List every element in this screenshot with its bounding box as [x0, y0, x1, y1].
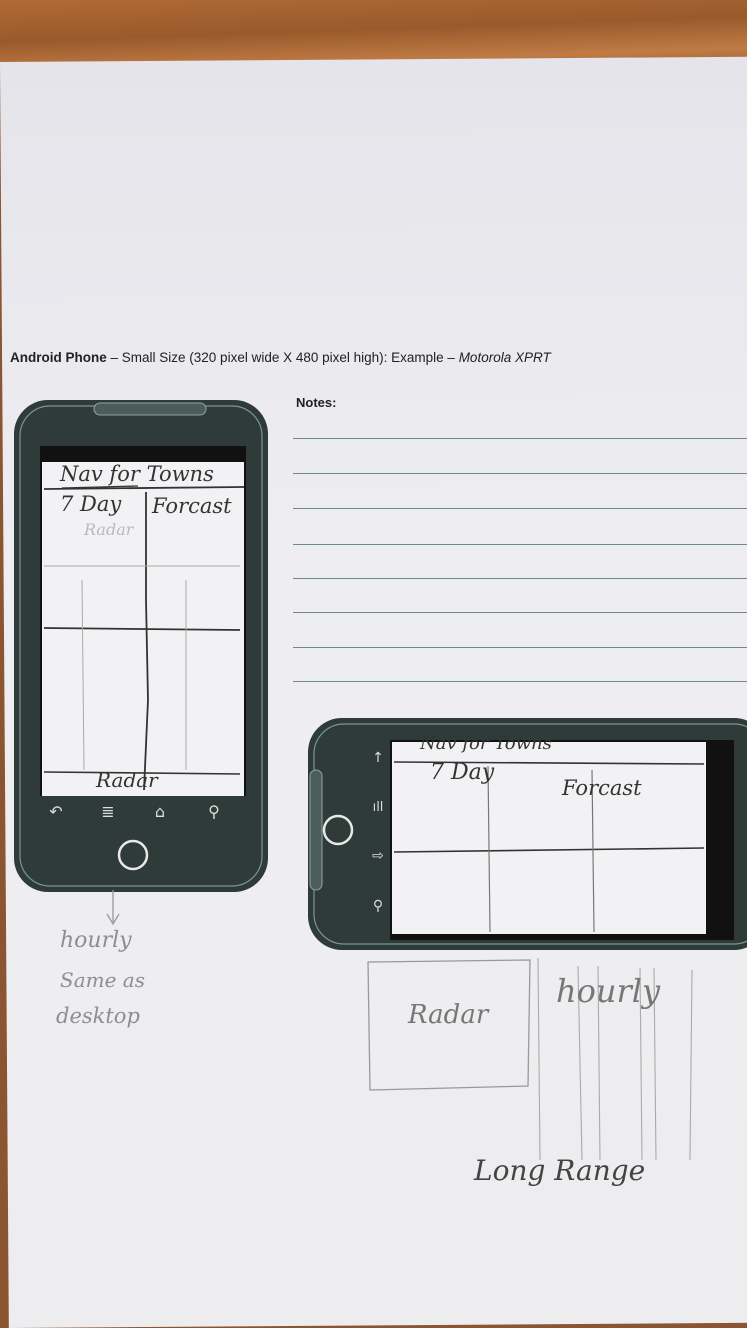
below-landscape-sketch — [367, 957, 693, 1161]
landscape-radar-note: Radar — [408, 1000, 489, 1030]
long-range-note: Long Range — [474, 1154, 646, 1187]
landscape-hourly-note: hourly — [556, 972, 661, 1010]
